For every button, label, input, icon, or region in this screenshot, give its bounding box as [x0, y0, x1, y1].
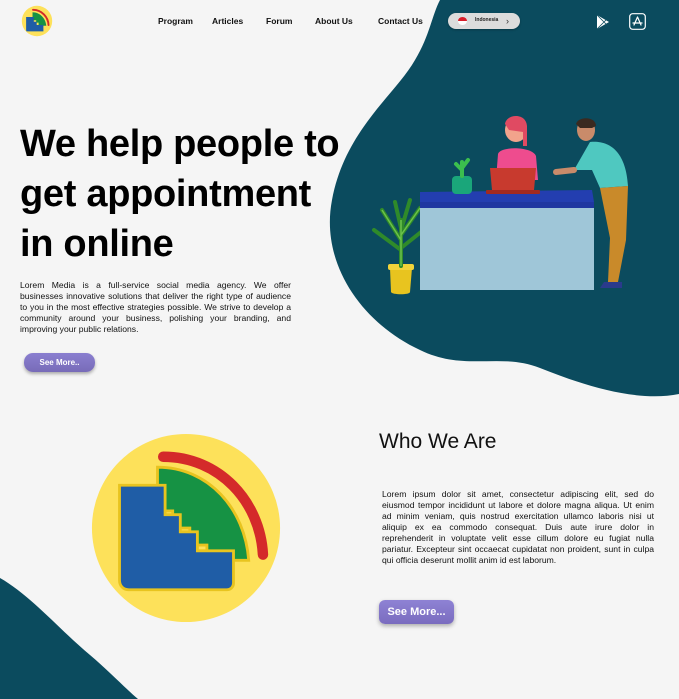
- indonesia-flag-icon: [458, 17, 467, 25]
- hero-see-more-button[interactable]: See More..: [24, 353, 95, 372]
- hero-illustration: [372, 116, 628, 295]
- hero-description: Lorem Media is a full-service social med…: [20, 280, 291, 334]
- about-see-more-button[interactable]: See More...: [379, 600, 454, 624]
- about-description: Lorem ipsum dolor sit amet, consectetur …: [382, 489, 654, 565]
- language-selector[interactable]: Indonesia ›: [448, 13, 520, 29]
- hero-title: We help people to get appointment in onl…: [20, 123, 340, 265]
- about-title: Who We Are: [379, 430, 497, 453]
- google-play-icon[interactable]: [595, 14, 611, 30]
- nav-program[interactable]: Program: [158, 16, 193, 26]
- brand-logo[interactable]: [21, 5, 53, 37]
- language-label: Indonesia: [475, 17, 499, 23]
- nav-forum[interactable]: Forum: [266, 16, 292, 26]
- nav-contact-us[interactable]: Contact Us: [378, 16, 423, 26]
- nav-about-us[interactable]: About Us: [315, 16, 353, 26]
- chevron-right-icon: ›: [506, 16, 509, 26]
- app-store-icon[interactable]: [629, 13, 646, 30]
- about-logo: [91, 433, 281, 623]
- nav-articles[interactable]: Articles: [212, 16, 243, 26]
